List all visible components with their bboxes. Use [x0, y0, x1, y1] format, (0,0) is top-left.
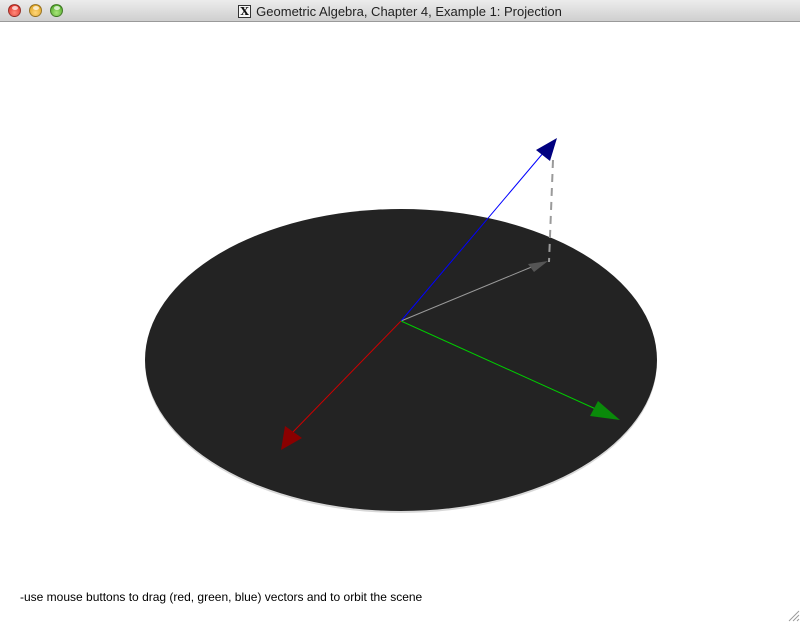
window-title: Geometric Algebra, Chapter 4, Example 1:…: [256, 3, 562, 19]
resize-grip-icon[interactable]: [786, 608, 800, 622]
x11-icon: X: [238, 4, 252, 18]
app-window: X Geometric Algebra, Chapter 4, Example …: [0, 0, 800, 622]
plane-disc: [145, 209, 657, 511]
projection-scene[interactable]: [0, 22, 800, 622]
title-bar[interactable]: X Geometric Algebra, Chapter 4, Example …: [0, 0, 800, 22]
title-wrap: X Geometric Algebra, Chapter 4, Example …: [0, 0, 800, 22]
instructions-text: -use mouse buttons to drag (red, green, …: [20, 590, 423, 604]
